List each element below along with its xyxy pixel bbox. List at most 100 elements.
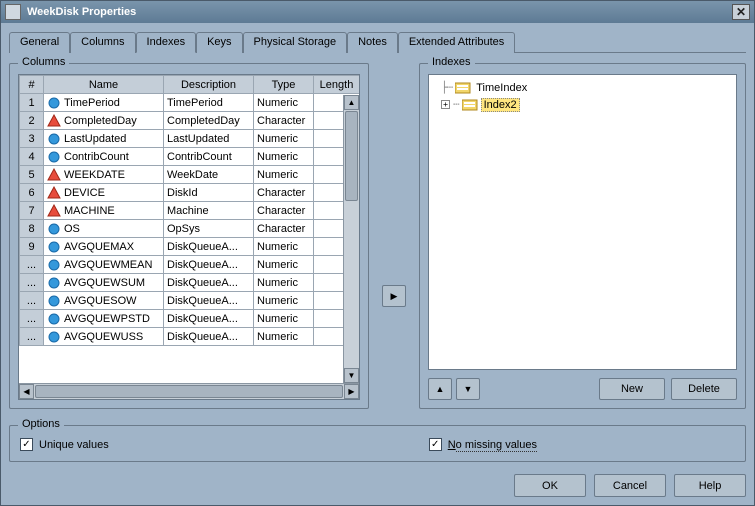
cell-description: DiskQueueA... bbox=[164, 310, 254, 328]
index-icon bbox=[462, 98, 478, 111]
cell-name: OS bbox=[44, 220, 164, 238]
move-up-button[interactable]: ▲ bbox=[428, 378, 452, 400]
tabstrip: General Columns Indexes Keys Physical St… bbox=[9, 31, 746, 53]
table-row[interactable]: 7MACHINEMachineCharacter32 bbox=[20, 202, 360, 220]
scroll-up-icon[interactable]: ▲ bbox=[344, 95, 359, 110]
col-header-name[interactable]: Name bbox=[44, 76, 164, 94]
scroll-left-icon[interactable]: ◀ bbox=[19, 384, 34, 399]
warning-icon bbox=[47, 168, 61, 182]
unique-values-checkbox[interactable]: ✓ Unique values bbox=[20, 438, 109, 451]
column-icon bbox=[47, 222, 61, 236]
tree-expand-icon[interactable]: + bbox=[441, 100, 450, 109]
cell-description: DiskId bbox=[164, 184, 254, 202]
row-number: 9 bbox=[20, 238, 44, 256]
cell-name: DEVICE bbox=[44, 184, 164, 202]
tab-extended-attributes[interactable]: Extended Attributes bbox=[398, 32, 515, 53]
row-number: 5 bbox=[20, 166, 44, 184]
move-down-button[interactable]: ▼ bbox=[456, 378, 480, 400]
col-header-len[interactable]: Length bbox=[314, 76, 360, 94]
indexes-tree[interactable]: ├┄ TimeIndex + ┄ Index2 bbox=[428, 74, 737, 370]
tab-columns[interactable]: Columns bbox=[70, 32, 135, 53]
cell-name: AVGQUEWUSS bbox=[44, 328, 164, 346]
delete-index-button[interactable]: Delete bbox=[671, 378, 737, 400]
table-row[interactable]: 6DEVICEDiskIdCharacter32 bbox=[20, 184, 360, 202]
cell-name: AVGQUEMAX bbox=[44, 238, 164, 256]
cell-type: Numeric bbox=[254, 94, 314, 112]
col-header-type[interactable]: Type bbox=[254, 76, 314, 94]
table-row[interactable]: 2CompletedDayCompletedDayCharacter1 bbox=[20, 112, 360, 130]
cell-name: AVGQUEWMEAN bbox=[44, 256, 164, 274]
scroll-down-icon[interactable]: ▼ bbox=[344, 368, 359, 383]
cell-type: Character bbox=[254, 202, 314, 220]
columns-group: Columns # Name Description bbox=[9, 63, 369, 409]
column-icon bbox=[47, 312, 61, 326]
tree-connector-icon: ┄ bbox=[453, 98, 459, 111]
tree-item-label: TimeIndex bbox=[474, 82, 529, 94]
table-row[interactable]: ...AVGQUEWMEANDiskQueueA...Numeric8 bbox=[20, 256, 360, 274]
transfer-buttons: ▶ bbox=[381, 63, 407, 409]
columns-scroll-vertical[interactable]: ▲ ▼ bbox=[343, 95, 359, 383]
scroll-thumb-horizontal[interactable] bbox=[35, 385, 343, 398]
no-missing-values-label: No missing values bbox=[448, 439, 537, 451]
column-icon bbox=[47, 96, 61, 110]
columns-scroll-horizontal[interactable]: ◀ ▶ bbox=[19, 383, 359, 399]
table-row[interactable]: 3LastUpdatedLastUpdatedNumeric8 bbox=[20, 130, 360, 148]
close-icon[interactable]: ✕ bbox=[732, 4, 750, 20]
tree-item-index2[interactable]: + ┄ Index2 bbox=[433, 96, 732, 113]
table-row[interactable]: ...AVGQUEWUSSDiskQueueA...Numeric8 bbox=[20, 328, 360, 346]
cell-description: Machine bbox=[164, 202, 254, 220]
tree-connector-icon: ├┄ bbox=[441, 81, 452, 94]
tab-physical-storage[interactable]: Physical Storage bbox=[243, 32, 348, 53]
table-row[interactable]: 9AVGQUEMAXDiskQueueA...Numeric8 bbox=[20, 238, 360, 256]
cell-description: OpSys bbox=[164, 220, 254, 238]
app-icon bbox=[5, 4, 21, 20]
checkbox-icon: ✓ bbox=[429, 438, 442, 451]
table-row[interactable]: 8OSOpSysCharacter10 bbox=[20, 220, 360, 238]
ok-button[interactable]: OK bbox=[514, 474, 586, 497]
no-missing-values-checkbox[interactable]: ✓ No missing values bbox=[429, 438, 537, 451]
cell-type: Numeric bbox=[254, 310, 314, 328]
table-row[interactable]: ...AVGQUEWSUMDiskQueueA...Numeric8 bbox=[20, 274, 360, 292]
cancel-button[interactable]: Cancel bbox=[594, 474, 666, 497]
cell-name: MACHINE bbox=[44, 202, 164, 220]
warning-icon bbox=[47, 204, 61, 218]
help-button[interactable]: Help bbox=[674, 474, 746, 497]
tab-notes[interactable]: Notes bbox=[347, 32, 398, 53]
columns-grid[interactable]: # Name Description Type Length 1TimePeri… bbox=[18, 74, 360, 400]
column-icon bbox=[47, 240, 61, 254]
window-title: WeekDisk Properties bbox=[27, 6, 732, 18]
new-index-button[interactable]: New bbox=[599, 378, 665, 400]
col-header-num[interactable]: # bbox=[20, 76, 44, 94]
row-number: ... bbox=[20, 328, 44, 346]
tab-keys[interactable]: Keys bbox=[196, 32, 242, 53]
cell-type: Numeric bbox=[254, 130, 314, 148]
row-number: 2 bbox=[20, 112, 44, 130]
tab-general[interactable]: General bbox=[9, 32, 70, 53]
titlebar[interactable]: WeekDisk Properties ✕ bbox=[1, 1, 754, 23]
col-header-desc[interactable]: Description bbox=[164, 76, 254, 94]
scroll-thumb-vertical[interactable] bbox=[345, 111, 358, 201]
table-row[interactable]: 1TimePeriodTimePeriodNumeric8 bbox=[20, 94, 360, 112]
cell-name: AVGQUESOW bbox=[44, 292, 164, 310]
cell-name: CompletedDay bbox=[44, 112, 164, 130]
row-number: ... bbox=[20, 292, 44, 310]
table-row[interactable]: 4ContribCountContribCountNumeric8 bbox=[20, 148, 360, 166]
column-icon bbox=[47, 294, 61, 308]
cell-type: Numeric bbox=[254, 238, 314, 256]
tree-item-timeindex[interactable]: ├┄ TimeIndex bbox=[433, 79, 732, 96]
table-row[interactable]: ...AVGQUEWPSTDDiskQueueA...Numeric8 bbox=[20, 310, 360, 328]
cell-type: Numeric bbox=[254, 292, 314, 310]
client-area: General Columns Indexes Keys Physical St… bbox=[1, 23, 754, 505]
columns-header[interactable]: # Name Description Type Length bbox=[20, 76, 360, 94]
cell-description: WeekDate bbox=[164, 166, 254, 184]
row-number: ... bbox=[20, 310, 44, 328]
scroll-right-icon[interactable]: ▶ bbox=[344, 384, 359, 399]
cell-name: AVGQUEWSUM bbox=[44, 274, 164, 292]
tab-indexes[interactable]: Indexes bbox=[136, 32, 197, 53]
row-number: 7 bbox=[20, 202, 44, 220]
cell-type: Character bbox=[254, 220, 314, 238]
add-to-index-button[interactable]: ▶ bbox=[382, 285, 406, 307]
table-row[interactable]: 5WEEKDATEWeekDateNumeric8 bbox=[20, 166, 360, 184]
table-row[interactable]: ...AVGQUESOWDiskQueueA...Numeric8 bbox=[20, 292, 360, 310]
cell-description: LastUpdated bbox=[164, 130, 254, 148]
